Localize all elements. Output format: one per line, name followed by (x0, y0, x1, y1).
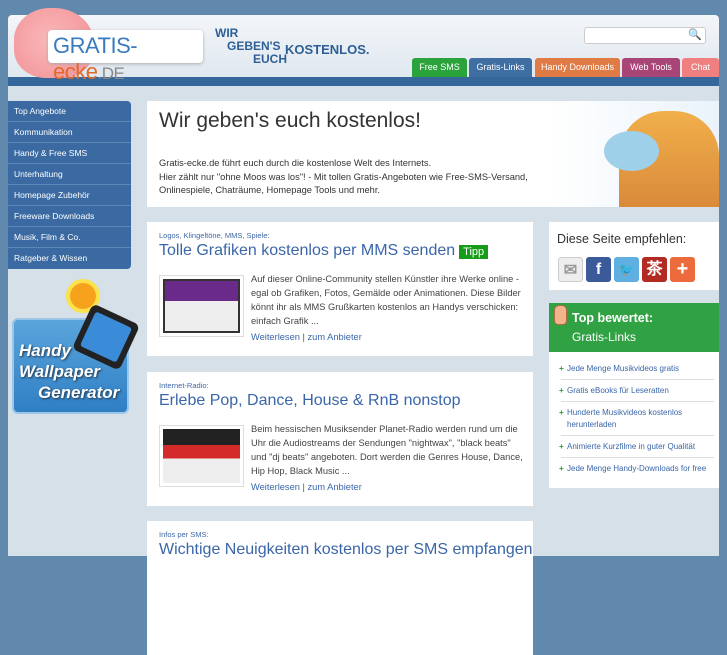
search-input[interactable]: 🔍 (584, 27, 706, 44)
article-text: Beim hessischen Musiksender Planet-Radio… (251, 424, 523, 476)
article-title[interactable]: Tolle Grafiken kostenlos per MMS senden T… (159, 242, 489, 260)
top-rated-title: Top bewertet: (572, 311, 654, 325)
article-card: Internet-Radio: Erlebe Pop, Dance, House… (147, 372, 533, 506)
tipp-badge: Tipp (459, 245, 489, 259)
top-rated-box: Top bewertet: Gratis-Links Jede Menge Mu… (549, 303, 719, 488)
site-logo[interactable]: GRATIS-ecke.DE (48, 30, 203, 84)
read-more-link[interactable]: Weiterlesen (251, 482, 300, 492)
logo-suffix: .DE (97, 64, 125, 83)
sidebar-item-musik[interactable]: Musik, Film & Co. (8, 227, 131, 248)
article-text: Auf dieser Online-Community stellen Küns… (251, 274, 521, 326)
article-thumbnail[interactable] (159, 275, 244, 337)
article-thumbnail[interactable] (159, 425, 244, 487)
top-rated-header: Top bewertet: Gratis-Links (549, 303, 719, 352)
search-icon[interactable]: 🔍 (688, 28, 702, 41)
provider-link[interactable]: zum Anbieter (308, 482, 362, 492)
article-category[interactable]: Logos, Klingeltöne, MMS, Spiele: (159, 231, 269, 240)
banner-text: Generator (38, 383, 120, 402)
intro-line: Gratis-ecke.de führt euch durch die kost… (159, 158, 432, 168)
article-title[interactable]: Erlebe Pop, Dance, House & RnB nonstop (159, 392, 461, 410)
sidebar-item-handy-sms[interactable]: Handy & Free SMS (8, 143, 131, 164)
tab-web-tools[interactable]: Web Tools (622, 58, 680, 77)
slogan-line: EUCH (253, 52, 288, 66)
tab-handy-downloads[interactable]: Handy Downloads (535, 58, 620, 77)
more-share-icon[interactable]: + (670, 257, 695, 282)
article-card: Logos, Klingeltöne, MMS, Spiele: Tolle G… (147, 222, 533, 356)
separator: | (302, 332, 305, 342)
email-share-icon[interactable]: ✉ (558, 257, 583, 282)
slogan: WIR GEBEN'S EUCH (215, 27, 287, 66)
read-more-link[interactable]: Weiterlesen (251, 332, 300, 342)
recommend-box: Diese Seite empfehlen: ✉ f 🐦 茶 + (549, 222, 719, 290)
slogan-line: KOSTENLOS. (285, 42, 370, 57)
top-rated-list: Jede Menge Musikvideos gratis Gratis eBo… (559, 361, 714, 482)
sidebar-item-homepage[interactable]: Homepage Zubehör (8, 185, 131, 206)
article-title[interactable]: Wichtige Neuigkeiten kostenlos per SMS e… (159, 541, 533, 559)
thumbs-up-icon (554, 305, 567, 325)
logo-text: GRATIS- (53, 33, 138, 58)
misterwong-share-icon[interactable]: 茶 (642, 257, 667, 282)
list-item[interactable]: Hunderte Musikvideos kostenlos herunterl… (559, 405, 714, 436)
separator: | (302, 482, 305, 492)
list-item[interactable]: Jede Menge Handy-Downloads for free (559, 461, 714, 479)
twitter-share-icon[interactable]: 🐦 (614, 257, 639, 282)
page-title: Wir geben's euch kostenlos! (159, 109, 421, 132)
list-item[interactable]: Jede Menge Musikvideos gratis (559, 361, 714, 380)
intro-text: Gratis-ecke.de führt euch durch die kost… (159, 157, 539, 198)
article-card: Infos per SMS: Wichtige Neuigkeiten kost… (147, 521, 533, 655)
logo-accent: ecke (53, 59, 98, 84)
provider-link[interactable]: zum Anbieter (308, 332, 362, 342)
sidebar-item-top-angebote[interactable]: Top Angebote (8, 101, 131, 122)
list-item[interactable]: Gratis eBooks für Leseratten (559, 383, 714, 402)
tab-gratis-links[interactable]: Gratis-Links (469, 58, 532, 77)
sidebar-item-unterhaltung[interactable]: Unterhaltung (8, 164, 131, 185)
intro-line: Hier zählt nur "ohne Moos was los"! - Mi… (159, 171, 528, 196)
sidebar-item-ratgeber[interactable]: Ratgeber & Wissen (8, 248, 131, 269)
list-item[interactable]: Animierte Kurzfilme in guter Qualität (559, 439, 714, 458)
article-category[interactable]: Internet-Radio: (159, 381, 209, 390)
article-category[interactable]: Infos per SMS: (159, 530, 209, 539)
hero-image (549, 101, 719, 207)
intro-box: Wir geben's euch kostenlos! Gratis-ecke.… (147, 101, 549, 207)
sidebar-item-kommunikation[interactable]: Kommunikation (8, 122, 131, 143)
top-rated-subtitle: Gratis-Links (572, 330, 637, 344)
sidebar-nav: Top Angebote Kommunikation Handy & Free … (8, 101, 131, 269)
sidebar-item-freeware[interactable]: Freeware Downloads (8, 206, 131, 227)
tab-free-sms[interactable]: Free SMS (412, 58, 467, 77)
facebook-share-icon[interactable]: f (586, 257, 611, 282)
tab-chat[interactable]: Chat (682, 58, 719, 77)
recommend-title: Diese Seite empfehlen: (557, 232, 687, 246)
